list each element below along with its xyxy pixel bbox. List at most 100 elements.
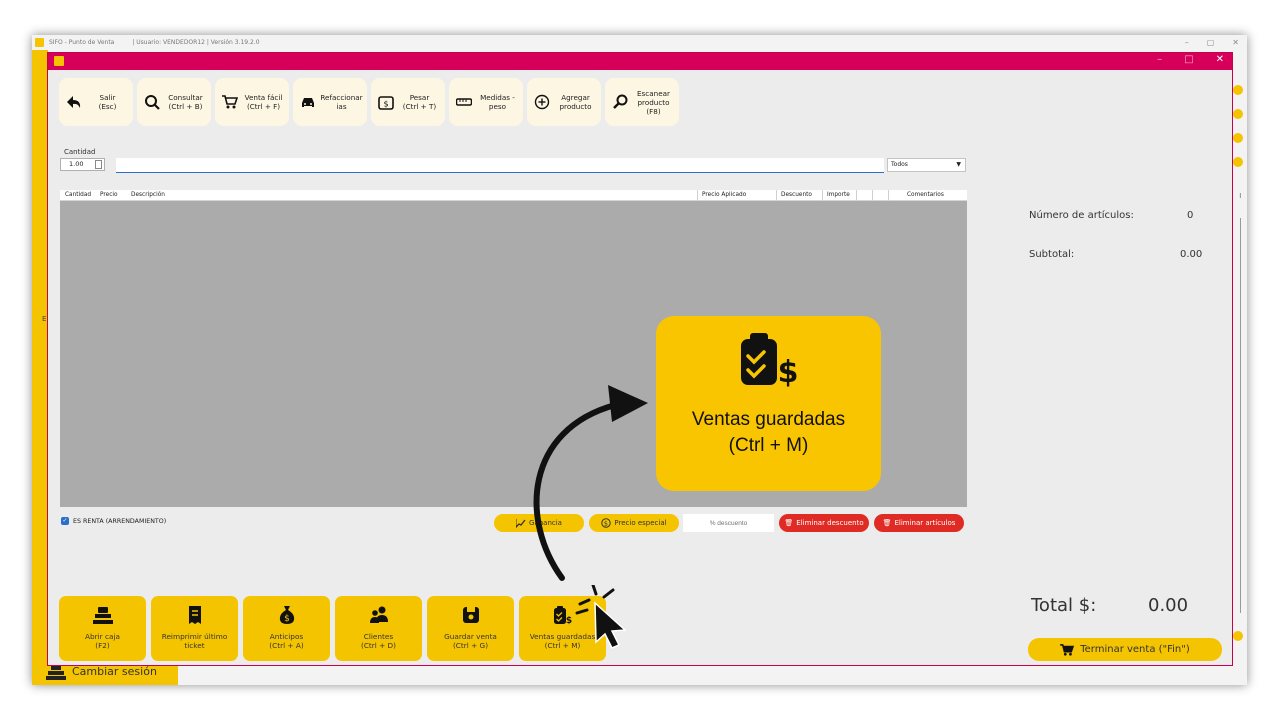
items-count-value: 0 bbox=[1187, 210, 1194, 221]
remove-discount-button[interactable]: 🗑 Eliminar descuento bbox=[779, 514, 869, 532]
users-icon bbox=[369, 606, 388, 623]
bottom-actions: Abrir caja (F2) Reimprimir último ticket… bbox=[59, 596, 606, 661]
column-header-comentarios[interactable]: Comentarios bbox=[907, 192, 944, 198]
outer-maximize-button[interactable]: ▢ bbox=[1207, 38, 1215, 47]
checkbox-checked-icon[interactable]: ✓ bbox=[61, 517, 69, 525]
measures-weight-button[interactable]: Medidas - peso bbox=[449, 78, 523, 126]
cash-register-icon bbox=[46, 665, 66, 680]
outer-right-dot bbox=[1233, 109, 1243, 119]
cart-icon bbox=[222, 95, 238, 109]
saved-sales-callout: $ Ventas guardadas (Ctrl + M) bbox=[656, 316, 881, 491]
easy-sale-button[interactable]: Venta fácil (Ctrl + F) bbox=[215, 78, 289, 126]
column-header-descuento[interactable]: Descuento bbox=[781, 192, 812, 198]
exit-button[interactable]: Salir (Esc) bbox=[59, 78, 133, 126]
column-separator bbox=[872, 190, 873, 201]
trash-icon: 🗑 bbox=[882, 519, 892, 527]
quantity-label: Cantidad bbox=[64, 148, 96, 156]
receipt-icon bbox=[188, 606, 201, 624]
svg-text:$: $ bbox=[383, 100, 388, 109]
trash-icon: 🗑 bbox=[784, 519, 794, 527]
discount-input[interactable] bbox=[683, 514, 774, 532]
outer-side-letter: E bbox=[42, 315, 47, 323]
bottom-button-label: Guardar venta (Ctrl + G) bbox=[444, 632, 497, 651]
svg-text:$: $ bbox=[777, 355, 798, 387]
plus-circle-icon bbox=[534, 94, 550, 110]
remove-discount-label: Eliminar descuento bbox=[796, 519, 864, 527]
outer-right-letter: l bbox=[1239, 193, 1241, 200]
items-count-label: Número de artículos: bbox=[1029, 210, 1134, 221]
toolbar-item-label: Pesar (Ctrl + T) bbox=[402, 93, 437, 111]
scan-icon bbox=[613, 94, 628, 109]
column-header-cantidad[interactable]: Cantidad bbox=[65, 192, 91, 198]
bottom-button-label: Anticipos (Ctrl + A) bbox=[269, 632, 304, 651]
money-bag-icon: $ bbox=[279, 606, 294, 624]
cart-icon bbox=[1060, 643, 1075, 656]
total-value: 0.00 bbox=[1148, 595, 1189, 616]
minimize-button[interactable]: – bbox=[1157, 54, 1162, 65]
outer-right-dot bbox=[1233, 85, 1243, 95]
filter-selected-value: Todos bbox=[891, 161, 908, 168]
car-icon bbox=[302, 98, 314, 107]
pos-window-controls: – □ ✕ bbox=[1157, 54, 1224, 65]
spinner-icon[interactable] bbox=[95, 160, 102, 169]
column-separator bbox=[776, 190, 777, 201]
outer-close-button[interactable]: ✕ bbox=[1232, 38, 1239, 47]
bottom-button-label: Clientes (Ctrl + D) bbox=[360, 632, 397, 651]
column-separator bbox=[856, 190, 857, 201]
reprint-ticket-button[interactable]: Reimprimir último ticket bbox=[151, 596, 238, 661]
remove-items-label: Eliminar artículos bbox=[894, 519, 956, 527]
renta-label: ES RENTA (ARRENDAMIENTO) bbox=[73, 517, 167, 525]
customers-button[interactable]: Clientes (Ctrl + D) bbox=[335, 596, 422, 661]
column-header-precio[interactable]: Precio bbox=[100, 192, 118, 198]
save-icon bbox=[462, 607, 479, 623]
add-product-button[interactable]: Agregar producto bbox=[527, 78, 601, 126]
dropdown-arrow-icon: ▼ bbox=[956, 161, 961, 168]
product-search-input[interactable] bbox=[116, 158, 884, 173]
scan-product-button[interactable]: Escanear producto (F8) bbox=[605, 78, 679, 126]
finish-sale-button[interactable]: Terminar venta ("Fin") bbox=[1028, 638, 1222, 661]
search-icon bbox=[145, 95, 160, 110]
outer-right-dot bbox=[1233, 631, 1243, 641]
toolbar-item-label: Medidas - peso bbox=[480, 93, 515, 111]
outer-side-strip bbox=[32, 50, 48, 685]
close-button[interactable]: ✕ bbox=[1216, 54, 1224, 65]
weigh-button[interactable]: $ Pesar (Ctrl + T) bbox=[371, 78, 445, 126]
open-cash-drawer-button[interactable]: Abrir caja (F2) bbox=[59, 596, 146, 661]
cash-register-icon bbox=[92, 607, 113, 624]
toolbar-item-label: Venta fácil (Ctrl + F) bbox=[244, 93, 283, 111]
total-label: Total $: bbox=[1031, 595, 1097, 616]
toolbar-item-label: Refaccionar ias bbox=[320, 93, 363, 111]
column-separator bbox=[888, 190, 889, 201]
toolbar-item-label: Agregar producto bbox=[559, 93, 592, 111]
column-separator bbox=[822, 190, 823, 201]
remove-items-button[interactable]: 🗑 Eliminar artículos bbox=[874, 514, 964, 532]
save-sale-button[interactable]: Guardar venta (Ctrl + G) bbox=[427, 596, 514, 661]
outer-titlebar: SIFO - Punto de Venta | Usuario: VENDEDO… bbox=[32, 35, 1247, 50]
app-logo-icon bbox=[54, 56, 64, 66]
callout-label: Ventas guardadas (Ctrl + M) bbox=[691, 409, 846, 456]
app-logo-icon bbox=[35, 38, 44, 47]
advances-button[interactable]: $ Anticipos (Ctrl + A) bbox=[243, 596, 330, 661]
filter-select[interactable]: Todos ▼ bbox=[887, 158, 966, 172]
column-header-precio-aplicado[interactable]: Precio Aplicado bbox=[702, 192, 746, 198]
toolbar: Salir (Esc) Consultar (Ctrl + B) Venta f… bbox=[59, 78, 679, 126]
outer-right-dot bbox=[1233, 157, 1243, 167]
column-header-importe[interactable]: Importe bbox=[827, 192, 850, 198]
renta-option[interactable]: ✓ ES RENTA (ARRENDAMIENTO) bbox=[61, 517, 166, 525]
grid-header: Cantidad Precio Descripción Precio Aplic… bbox=[60, 190, 967, 201]
saved-sales-icon: $ bbox=[740, 333, 798, 387]
subtotal-label: Subtotal: bbox=[1029, 249, 1075, 260]
quantity-stepper[interactable]: 1.00 bbox=[60, 158, 105, 171]
consult-button[interactable]: Consultar (Ctrl + B) bbox=[137, 78, 211, 126]
screen: SIFO - Punto de Venta | Usuario: VENDEDO… bbox=[0, 0, 1280, 720]
bottom-button-label: Reimprimir último ticket bbox=[161, 632, 228, 651]
outer-minimize-button[interactable]: – bbox=[1185, 38, 1189, 47]
toolbar-item-label: Escanear producto (F8) bbox=[637, 88, 670, 116]
bottom-button-label: Abrir caja (F2) bbox=[85, 632, 120, 651]
column-header-descripcion[interactable]: Descripción bbox=[131, 192, 165, 198]
spare-parts-button[interactable]: Refaccionar ias bbox=[293, 78, 367, 126]
toolbar-item-label: Salir (Esc) bbox=[98, 93, 117, 111]
outer-right-dot bbox=[1233, 133, 1243, 143]
click-cursor-icon bbox=[575, 585, 627, 649]
maximize-button[interactable]: □ bbox=[1184, 54, 1193, 65]
